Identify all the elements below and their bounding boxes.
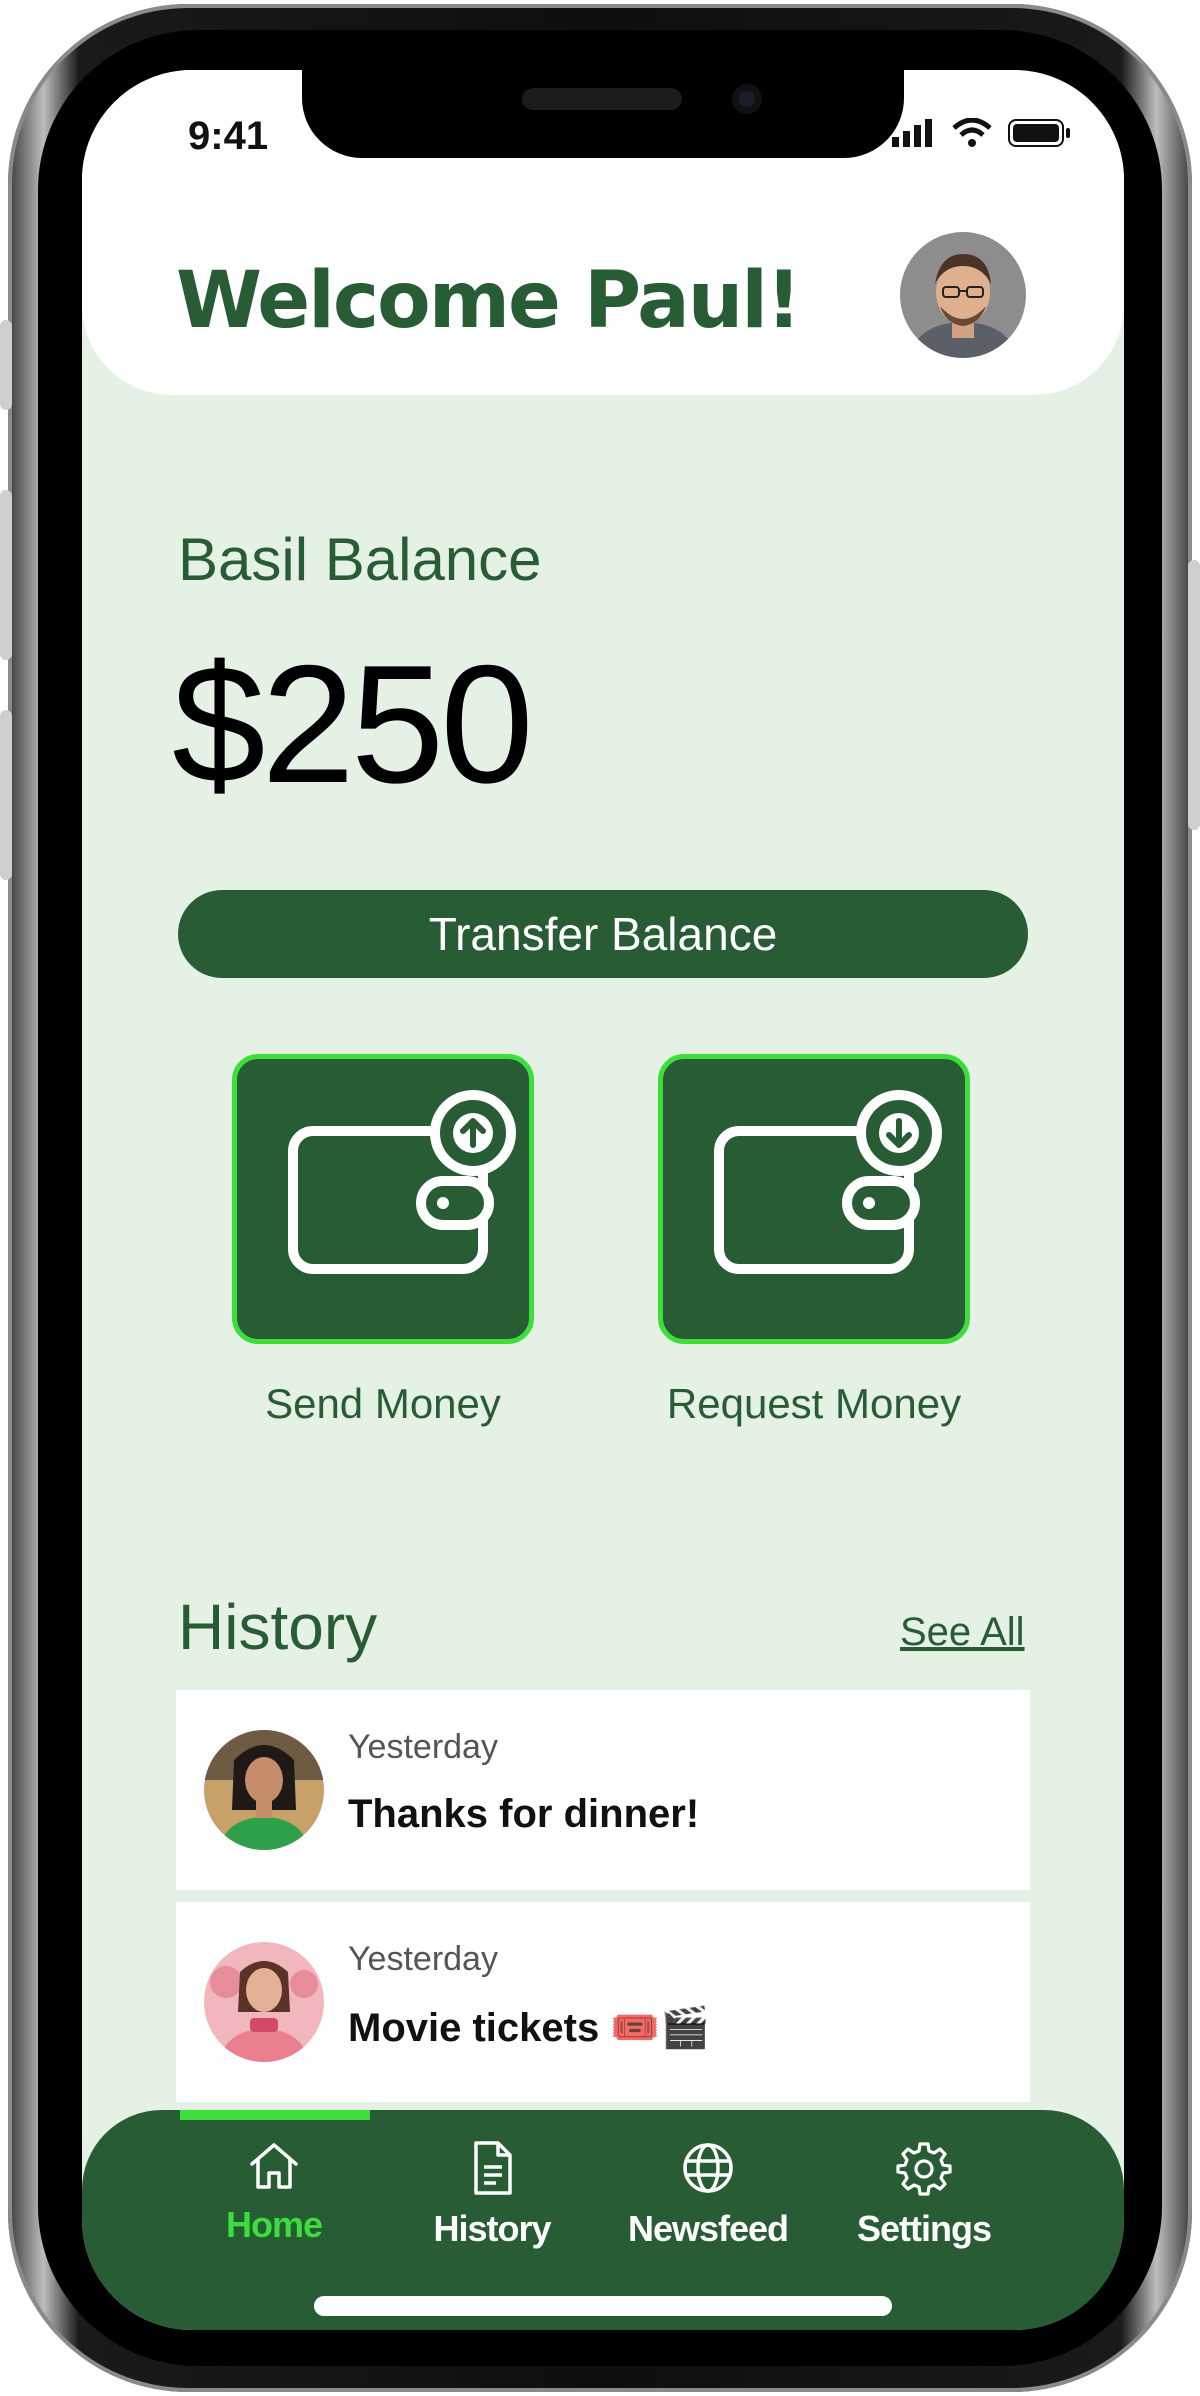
- side-button-volume-down: [0, 710, 12, 880]
- see-all-link[interactable]: See All: [900, 1610, 1025, 1655]
- history-text: Thanks for dinner!: [348, 1792, 700, 1836]
- nav-settings-label: Settings: [856, 2208, 992, 2249]
- side-button-power: [1188, 560, 1200, 830]
- nav-newsfeed[interactable]: Newsfeed: [618, 2140, 798, 2250]
- wallet-send-icon: [288, 1090, 516, 1274]
- request-money-label: Request Money: [666, 1380, 962, 1427]
- home-indicator[interactable]: [314, 2296, 892, 2316]
- status-time: 9:41: [188, 114, 269, 158]
- speaker: [522, 88, 682, 110]
- wallet-request-icon: [714, 1090, 942, 1274]
- nav-home-label: Home: [225, 2204, 323, 2245]
- nav-history[interactable]: History: [402, 2140, 582, 2250]
- gear-icon: [896, 2142, 952, 2196]
- avatar-picture: [900, 232, 1026, 358]
- history-text: Movie tickets 🎟️🎬: [348, 2006, 710, 2050]
- nav-settings[interactable]: Settings: [834, 2140, 1014, 2250]
- contact-avatar: [204, 1942, 324, 2062]
- balance-amount: $250: [172, 630, 534, 818]
- globe-icon: [683, 2143, 733, 2193]
- history-title: History: [178, 1591, 378, 1663]
- wifi-icon: [952, 118, 992, 147]
- nav-history-label: History: [433, 2208, 551, 2249]
- request-money-button[interactable]: [658, 1054, 970, 1344]
- status-icons: [892, 118, 1072, 148]
- front-camera: [732, 84, 762, 114]
- signal-icon: [892, 119, 932, 147]
- profile-avatar[interactable]: [900, 232, 1026, 358]
- transfer-balance-button[interactable]: Transfer Balance: [178, 890, 1028, 978]
- contact-photo: [204, 1942, 324, 2062]
- nav-active-indicator: [180, 2110, 370, 2120]
- home-icon: [250, 2143, 298, 2189]
- history-date: Yesterday: [348, 1728, 498, 1766]
- contact-photo: [204, 1730, 324, 1850]
- document-icon: [474, 2141, 512, 2195]
- nav-home[interactable]: Home: [184, 2140, 364, 2246]
- balance-label: Basil Balance: [178, 526, 542, 593]
- nav-newsfeed-label: Newsfeed: [627, 2208, 789, 2249]
- history-item[interactable]: Yesterday Movie tickets 🎟️🎬: [176, 1902, 1030, 2102]
- notch: [302, 70, 904, 158]
- app-screen: 9:41 Welcome Paul! Basil Balance $250 Tr…: [82, 70, 1124, 2330]
- contact-avatar: [204, 1730, 324, 1850]
- side-button-volume-up: [0, 490, 12, 660]
- header: 9:41 Welcome Paul!: [82, 70, 1124, 395]
- battery-icon: [1008, 119, 1070, 147]
- send-money-button[interactable]: [232, 1054, 534, 1344]
- welcome-title: Welcome Paul!: [176, 256, 802, 346]
- side-button-silent: [0, 320, 12, 410]
- send-money-label: Send Money: [265, 1380, 501, 1427]
- history-item[interactable]: Yesterday Thanks for dinner!: [176, 1690, 1030, 1890]
- history-date: Yesterday: [348, 1940, 498, 1978]
